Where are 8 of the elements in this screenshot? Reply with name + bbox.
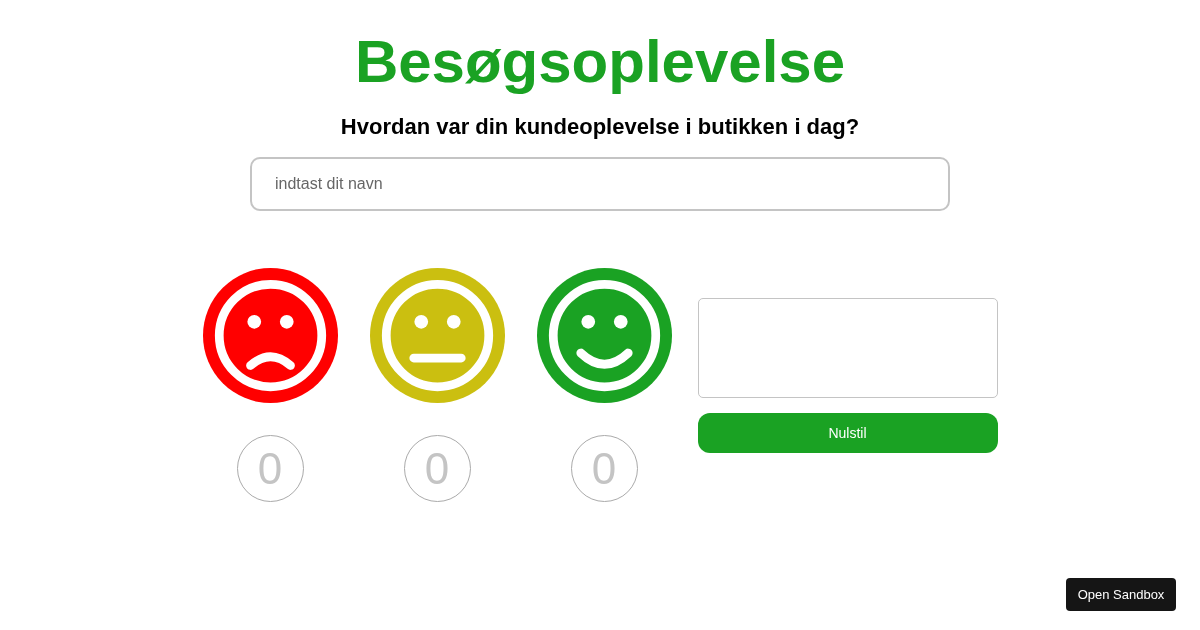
name-input-field[interactable]: indtast dit navn <box>250 157 950 211</box>
comment-field[interactable] <box>697 298 998 398</box>
question-text: Hvordan var din kundeoplevelse i butikken i dag? <box>340 114 860 140</box>
open-sandbox-button[interactable]: Open Sandbox <box>1066 578 1176 611</box>
sad-face-icon[interactable] <box>202 268 338 403</box>
page-title: Besøgsoplevelse <box>354 30 846 94</box>
neutral-face-icon[interactable] <box>369 268 505 403</box>
happy-face-icon[interactable] <box>536 268 672 403</box>
